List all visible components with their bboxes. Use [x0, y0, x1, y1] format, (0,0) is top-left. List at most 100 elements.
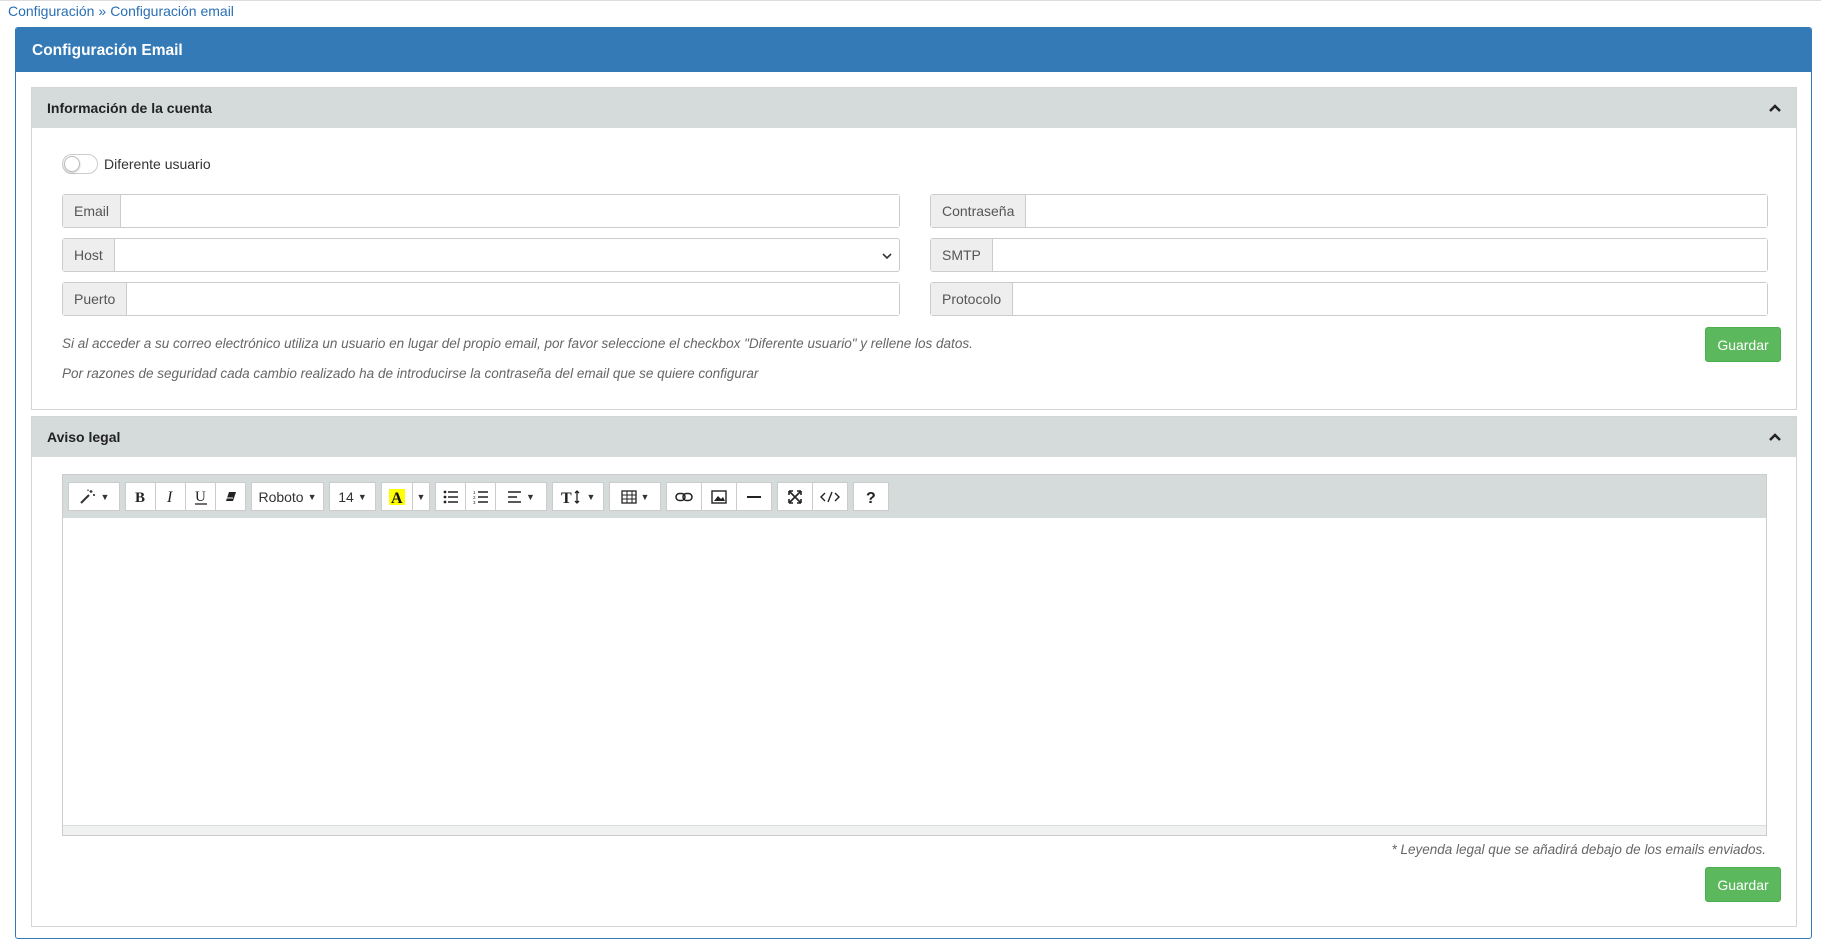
legal-notice-header[interactable]: Aviso legal	[32, 417, 1796, 457]
help-icon: ?	[866, 490, 876, 505]
svg-text:B: B	[135, 490, 145, 505]
font-color-dropdown[interactable]: ▼	[412, 482, 430, 511]
align-icon	[508, 490, 522, 503]
magic-wand-icon	[79, 489, 95, 504]
svg-text:T: T	[561, 490, 572, 505]
account-info-title: Información de la cuenta	[47, 100, 212, 116]
fullscreen-icon	[788, 489, 802, 504]
smtp-input[interactable]	[992, 239, 1767, 271]
dropdown-caret-icon: ▼	[307, 491, 317, 502]
ordered-list-button[interactable]: 123	[465, 482, 496, 511]
unordered-list-icon	[443, 490, 458, 503]
toggle-knob	[64, 156, 80, 172]
different-user-note: Si al acceder a su correo electrónico ut…	[62, 336, 973, 351]
password-input-group: Contraseña	[930, 194, 1768, 228]
svg-text:A: A	[391, 490, 403, 506]
host-label: Host	[63, 239, 115, 271]
clear-format-button[interactable]	[215, 482, 246, 511]
dropdown-caret-icon: ▼	[640, 491, 650, 502]
dropdown-caret-icon: ▼	[416, 491, 426, 502]
table-dropdown[interactable]: ▼	[609, 482, 661, 511]
italic-button[interactable]: I	[155, 482, 186, 511]
code-view-button[interactable]	[812, 482, 848, 511]
line-height-dropdown[interactable]: T ▼	[552, 482, 604, 511]
image-icon	[711, 489, 727, 504]
chevron-down-icon	[882, 253, 892, 260]
email-input[interactable]	[121, 195, 899, 227]
breadcrumb-configuracion-email[interactable]: Configuración email	[110, 3, 234, 19]
chevron-up-icon[interactable]	[1768, 101, 1782, 115]
smtp-input-group: SMTP	[930, 238, 1768, 272]
eraser-icon	[225, 491, 236, 501]
ordered-list-icon: 123	[473, 490, 488, 504]
legal-notice-section: Aviso legal ▼ B I U Roboto ▼ 14 ▼ A ▼ 1 …	[31, 416, 1797, 927]
account-save-button[interactable]: Guardar	[1705, 327, 1781, 362]
different-user-label: Diferente usuario	[104, 156, 211, 172]
legal-save-button[interactable]: Guardar	[1705, 867, 1781, 902]
font-family-dropdown[interactable]: Roboto ▼	[251, 482, 324, 511]
account-info-header[interactable]: Información de la cuenta	[32, 88, 1796, 128]
italic-icon: I	[166, 489, 173, 505]
breadcrumb: Configuración» Configuración email	[8, 3, 234, 19]
help-button[interactable]: ?	[853, 482, 889, 511]
dropdown-caret-icon: ▼	[526, 491, 535, 502]
port-input-group: Puerto	[62, 282, 900, 316]
breadcrumb-configuracion[interactable]: Configuración	[8, 3, 94, 19]
unordered-list-button[interactable]	[435, 482, 466, 511]
font-color-icon: A	[389, 488, 405, 506]
different-user-toggle[interactable]	[62, 154, 98, 174]
code-view-icon	[820, 491, 840, 502]
rich-text-editor: ▼ B I U Roboto ▼ 14 ▼ A ▼ 1 2 3 ▼ T ▼ ▼ …	[62, 474, 1767, 836]
host-select[interactable]	[115, 239, 899, 271]
different-user-toggle-row: Diferente usuario	[62, 154, 211, 174]
font-color-button[interactable]: A	[381, 482, 413, 511]
font-size-value: 14	[338, 488, 354, 505]
font-size-dropdown[interactable]: 14 ▼	[329, 482, 376, 511]
dropdown-caret-icon: ▼	[586, 491, 596, 502]
table-icon	[620, 489, 637, 504]
email-input-group: Email	[62, 194, 900, 228]
email-label: Email	[63, 195, 122, 227]
horizontal-rule-icon	[747, 495, 761, 498]
smtp-label: SMTP	[931, 239, 993, 271]
paragraph-align-dropdown[interactable]: ▼	[495, 482, 547, 511]
breadcrumb-separator: »	[98, 3, 107, 19]
top-border	[0, 0, 1821, 1]
security-note: Por razones de seguridad cada cambio rea…	[62, 366, 759, 381]
editor-toolbar: ▼ B I U Roboto ▼ 14 ▼ A ▼ 1 2 3 ▼ T ▼ ▼ …	[63, 475, 1766, 518]
protocol-label: Protocolo	[931, 283, 1014, 315]
port-input[interactable]	[127, 283, 899, 315]
dropdown-caret-icon: ▼	[100, 491, 110, 502]
editor-content-area[interactable]	[63, 518, 1766, 826]
chevron-up-icon[interactable]	[1768, 430, 1782, 444]
editor-resize-bar[interactable]	[63, 825, 1766, 835]
style-button[interactable]: ▼	[68, 482, 120, 511]
host-input-group: Host	[62, 238, 900, 272]
horizontal-rule-button[interactable]	[736, 482, 772, 511]
svg-text:?: ?	[866, 490, 876, 505]
bold-button[interactable]: B	[125, 482, 156, 511]
svg-text:U: U	[195, 489, 206, 505]
protocol-input[interactable]	[1013, 283, 1767, 315]
panel-title: Configuración Email	[16, 28, 1811, 72]
underline-icon: U	[194, 489, 207, 505]
legal-notice-title: Aviso legal	[47, 429, 121, 445]
protocol-input-group: Protocolo	[930, 282, 1768, 316]
email-config-panel: Configuración Email Información de la cu…	[15, 27, 1812, 939]
insert-image-button[interactable]	[701, 482, 737, 511]
text-height-icon: T	[561, 490, 579, 505]
bold-icon: B	[135, 490, 145, 505]
port-label: Puerto	[63, 283, 128, 315]
dropdown-caret-icon: ▼	[357, 491, 367, 502]
legal-footnote: * Leyenda legal que se añadirá debajo de…	[1391, 842, 1766, 857]
password-input[interactable]	[1026, 195, 1767, 227]
underline-button[interactable]: U	[185, 482, 216, 511]
svg-text:3: 3	[473, 500, 476, 504]
font-family-value: Roboto	[258, 488, 304, 505]
insert-link-button[interactable]	[666, 482, 702, 511]
password-label: Contraseña	[931, 195, 1027, 227]
svg-text:I: I	[166, 489, 173, 505]
fullscreen-button[interactable]	[777, 482, 813, 511]
link-icon	[675, 492, 693, 501]
account-info-section: Información de la cuenta Diferente usuar…	[31, 87, 1797, 410]
